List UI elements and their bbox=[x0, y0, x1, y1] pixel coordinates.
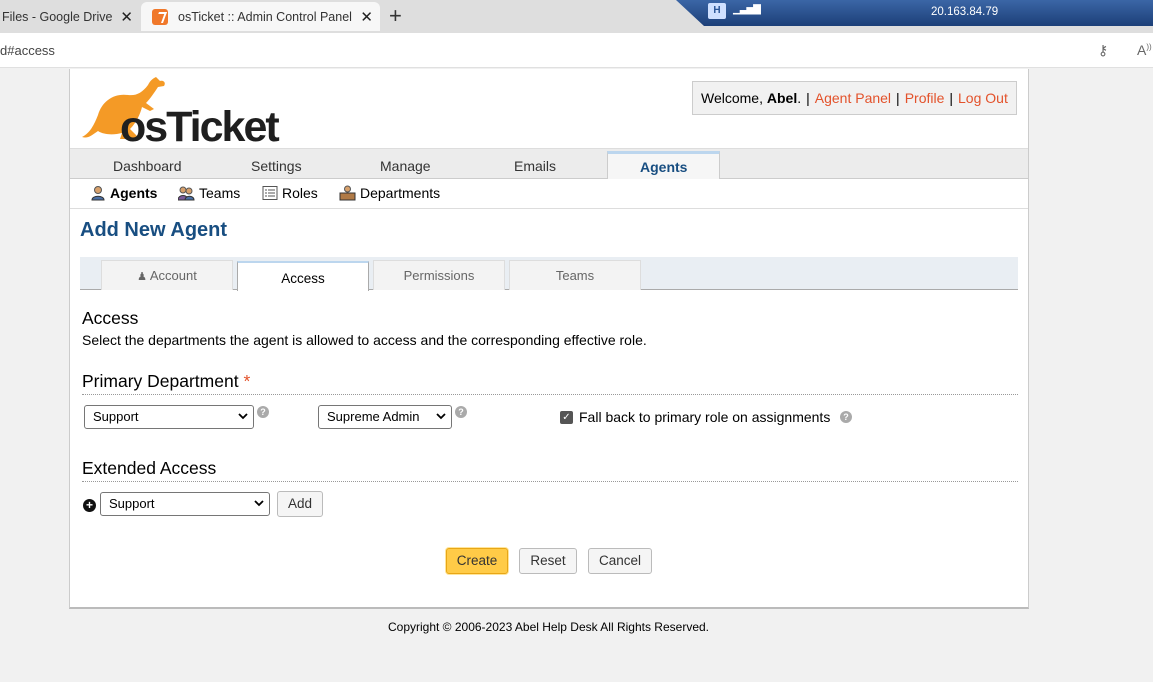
logo-text: osTicket bbox=[120, 103, 280, 151]
subnav-label: Agents bbox=[110, 185, 158, 201]
department-icon bbox=[339, 185, 356, 201]
tab-label: Access bbox=[281, 271, 325, 286]
tab-label: Account bbox=[149, 268, 197, 283]
footer-copyright: Copyright © 2006-2023 Abel Help Desk All… bbox=[387, 620, 709, 634]
page-title: Add New Agent bbox=[80, 219, 228, 241]
cancel-button[interactable]: Cancel bbox=[588, 548, 652, 574]
tab-label: Teams bbox=[555, 268, 595, 283]
select-value: Support bbox=[109, 496, 155, 511]
nav-manage[interactable]: Manage bbox=[380, 158, 431, 174]
subnav-label: Roles bbox=[282, 185, 318, 201]
chevron-down-icon bbox=[254, 500, 264, 507]
subnav-teams[interactable]: Teams bbox=[178, 185, 240, 201]
browser-tab-osticket[interactable]: osTicket :: Admin Control Panel ✕ bbox=[141, 2, 380, 31]
extended-access-heading: Extended Access bbox=[82, 458, 217, 478]
access-heading: Access bbox=[82, 308, 139, 328]
welcome-suffix: . bbox=[797, 90, 802, 106]
read-aloud-icon[interactable]: A)) bbox=[1137, 42, 1152, 58]
sub-nav: Agents Teams Roles Departments bbox=[70, 179, 1028, 209]
browser-tab-label: osTicket :: Admin Control Panel bbox=[178, 9, 352, 24]
create-button[interactable]: Create bbox=[446, 548, 508, 574]
subnav-label: Departments bbox=[360, 185, 441, 201]
user-name: Abel bbox=[766, 90, 798, 106]
tab-account[interactable]: ♟ Account bbox=[101, 260, 233, 290]
required-marker: * bbox=[243, 371, 251, 391]
chevron-down-icon bbox=[238, 413, 248, 420]
url-text[interactable]: d#access bbox=[0, 43, 55, 58]
extended-department-select[interactable]: Support bbox=[100, 492, 270, 516]
profile-link[interactable]: Profile bbox=[905, 90, 945, 106]
tab-teams[interactable]: Teams bbox=[509, 260, 641, 290]
select-value: Supreme Admin bbox=[327, 409, 420, 424]
new-tab-icon[interactable]: + bbox=[389, 3, 402, 29]
divider bbox=[82, 481, 1018, 482]
remote-ip: 20.163.84.79 bbox=[931, 6, 999, 18]
address-bar[interactable]: d#access ⚷ A)) bbox=[0, 33, 1153, 68]
nav-agents[interactable]: Agents bbox=[607, 151, 721, 181]
agent-icon bbox=[91, 186, 105, 201]
primary-department-heading: Primary Department * bbox=[82, 371, 250, 392]
welcome-box: Welcome, Abel. | Agent Panel | Profile |… bbox=[692, 81, 1017, 115]
browser-tab-google-drive[interactable]: Files - Google Drive ✕ bbox=[0, 2, 140, 31]
signal-icon: ▁▃▅▇ bbox=[733, 4, 761, 15]
subnav-departments[interactable]: Departments bbox=[339, 185, 440, 201]
subnav-agents[interactable]: Agents bbox=[90, 185, 157, 201]
form-tabs: ♟ Account Access Permissions Teams bbox=[80, 257, 1018, 291]
tab-access[interactable]: Access bbox=[237, 261, 369, 291]
remote-session-icon[interactable]: H bbox=[708, 3, 726, 19]
help-icon[interactable]: ? bbox=[257, 406, 269, 418]
close-icon[interactable]: ✕ bbox=[360, 8, 373, 26]
osticket-logo[interactable]: osTicket bbox=[80, 75, 290, 151]
osticket-favicon-icon bbox=[152, 8, 168, 25]
help-icon[interactable]: ? bbox=[840, 411, 852, 423]
add-department-button[interactable]: Add bbox=[277, 491, 323, 517]
access-description: Select the departments the agent is allo… bbox=[82, 332, 647, 348]
close-icon[interactable]: ✕ bbox=[120, 8, 133, 26]
team-icon bbox=[178, 186, 195, 201]
plus-circle-icon[interactable]: + bbox=[83, 499, 96, 512]
user-icon: ♟ bbox=[137, 271, 147, 283]
key-icon[interactable]: ⚷ bbox=[1098, 42, 1108, 59]
chevron-down-icon bbox=[436, 413, 446, 420]
main-nav: Dashboard Settings Manage Emails Agents bbox=[70, 148, 1028, 181]
roles-icon bbox=[262, 186, 278, 200]
primary-role-select[interactable]: Supreme Admin bbox=[318, 405, 452, 429]
nav-dashboard[interactable]: Dashboard bbox=[113, 158, 182, 174]
select-value: Support bbox=[93, 409, 139, 424]
tab-label: Permissions bbox=[403, 268, 475, 283]
agent-panel-link[interactable]: Agent Panel bbox=[815, 90, 891, 106]
browser-tabbar: Files - Google Drive ✕ osTicket :: Admin… bbox=[0, 0, 1153, 33]
welcome-prefix: Welcome, bbox=[701, 90, 763, 106]
reset-button[interactable]: Reset bbox=[519, 548, 577, 574]
primary-department-title: Primary Department bbox=[82, 371, 239, 391]
nav-settings[interactable]: Settings bbox=[251, 158, 302, 174]
help-icon[interactable]: ? bbox=[455, 406, 467, 418]
subnav-roles[interactable]: Roles bbox=[262, 185, 318, 201]
fallback-checkbox[interactable]: ✓ bbox=[560, 411, 573, 424]
browser-tab-label: Files - Google Drive bbox=[2, 9, 113, 24]
fallback-label: Fall back to primary role on assignments bbox=[579, 409, 831, 425]
divider bbox=[82, 394, 1018, 395]
primary-department-select[interactable]: Support bbox=[84, 405, 254, 429]
nav-emails[interactable]: Emails bbox=[514, 158, 556, 174]
page-container: osTicket Welcome, Abel. | Agent Panel | … bbox=[69, 69, 1029, 609]
subnav-label: Teams bbox=[199, 185, 241, 201]
logout-link[interactable]: Log Out bbox=[958, 90, 1008, 106]
tab-permissions[interactable]: Permissions bbox=[373, 260, 505, 290]
